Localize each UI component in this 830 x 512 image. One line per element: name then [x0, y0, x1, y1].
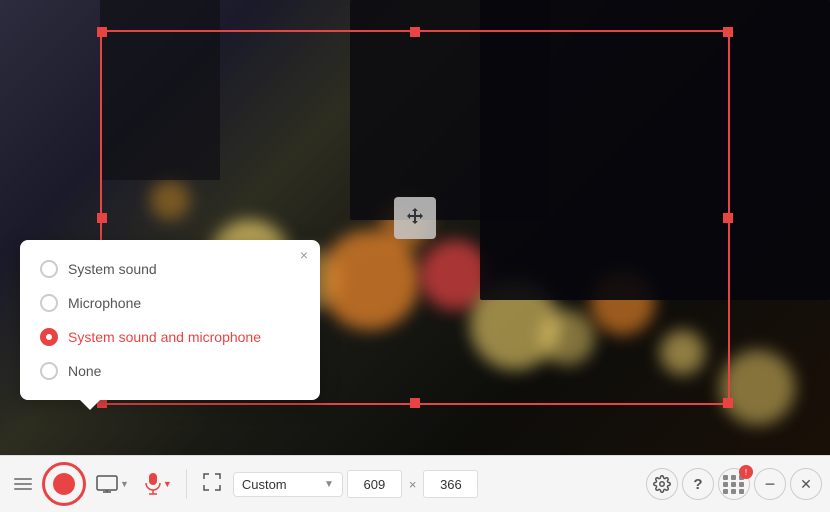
audio-option-system-and-mic[interactable]: System sound and microphone	[20, 320, 320, 354]
radio-system-and-mic[interactable]	[40, 328, 58, 346]
settings-button[interactable]	[646, 468, 678, 500]
audio-option-microphone[interactable]: Microphone	[20, 286, 320, 320]
popup-close-button[interactable]: ×	[300, 248, 308, 262]
screen-chevron: ▼	[120, 479, 129, 489]
apps-button[interactable]: !	[718, 468, 750, 500]
handle-bottom-center[interactable]	[410, 398, 420, 408]
help-button[interactable]: ?	[682, 468, 714, 500]
hamburger-menu-button[interactable]	[8, 472, 38, 496]
radio-system-sound[interactable]	[40, 260, 58, 278]
audio-popup: × System sound Microphone System sound a…	[20, 240, 320, 400]
popup-tail	[80, 400, 100, 410]
option-label-none: None	[68, 363, 101, 379]
option-label-microphone: Microphone	[68, 295, 141, 311]
close-button[interactable]: ✕	[790, 468, 822, 500]
dimension-separator: ×	[406, 477, 420, 492]
screen-icon	[96, 475, 118, 493]
screen-capture-button[interactable]: ▼	[90, 471, 135, 497]
expand-region-button[interactable]	[195, 467, 229, 502]
toolbar: ▼ ▼ Custom ▼ ×	[0, 455, 830, 512]
audio-option-system-sound[interactable]: System sound	[20, 252, 320, 286]
width-input[interactable]	[347, 470, 402, 498]
height-input[interactable]	[423, 470, 478, 498]
mic-icon	[145, 473, 161, 495]
close-icon: ✕	[800, 476, 812, 493]
handle-top-right[interactable]	[723, 27, 733, 37]
radio-none[interactable]	[40, 362, 58, 380]
handle-bottom-right[interactable]	[723, 398, 733, 408]
hamburger-line-1	[14, 478, 32, 480]
handle-top-left[interactable]	[97, 27, 107, 37]
notification-badge: !	[739, 465, 753, 479]
option-label-system-and-mic: System sound and microphone	[68, 329, 261, 345]
minimize-button[interactable]: −	[754, 468, 786, 500]
microphone-button[interactable]: ▼	[139, 469, 178, 499]
move-icon[interactable]	[394, 197, 436, 239]
dropdown-arrow-icon: ▼	[324, 479, 334, 490]
handle-middle-left[interactable]	[97, 213, 107, 223]
record-button[interactable]	[42, 462, 86, 506]
audio-option-none[interactable]: None	[20, 354, 320, 388]
divider-1	[186, 469, 187, 499]
minus-icon: −	[765, 475, 776, 493]
handle-top-center[interactable]	[410, 27, 420, 37]
handle-middle-right[interactable]	[723, 213, 733, 223]
resolution-label: Custom	[242, 477, 287, 492]
hamburger-line-2	[14, 483, 32, 485]
option-label-system-sound: System sound	[68, 261, 157, 277]
gear-icon	[653, 475, 671, 493]
mic-chevron: ▼	[163, 479, 172, 489]
hamburger-line-3	[14, 488, 32, 490]
radio-microphone[interactable]	[40, 294, 58, 312]
question-icon: ?	[693, 476, 702, 493]
resolution-dropdown[interactable]: Custom ▼	[233, 472, 343, 497]
record-inner-circle	[53, 473, 75, 495]
expand-icon	[201, 471, 223, 493]
